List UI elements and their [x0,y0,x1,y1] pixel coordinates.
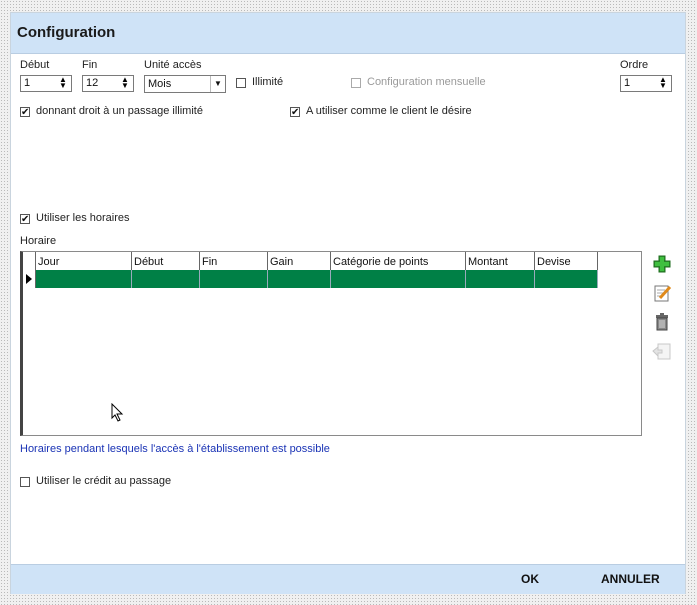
passage-illimite-label: donnant droit à un passage illimité [36,105,203,117]
annuler-button[interactable]: ANNULER [601,572,660,586]
column-header-debut[interactable]: Début [132,252,200,270]
add-icon[interactable] [652,254,672,274]
dialog-footer: OK ANNULER [11,564,685,594]
config-mensuelle-checkbox[interactable] [351,78,361,88]
column-header-jour[interactable]: Jour [36,252,132,270]
row-indicator [23,270,36,288]
config-mensuelle-label: Configuration mensuelle [367,76,486,88]
column-header-devise[interactable]: Devise [535,252,598,270]
passage-illimite-checkbox[interactable]: ✔ [20,107,30,118]
column-header-categorie[interactable]: Catégorie de points [331,252,466,270]
cell-gain[interactable] [268,270,331,288]
spinner-arrows-icon[interactable]: ▲ ▼ [118,76,132,90]
ordre-spinner[interactable]: 1 ▲ ▼ [620,75,672,92]
ok-button[interactable]: OK [521,572,539,586]
unite-acces-label: Unité accès [144,59,202,71]
table-row[interactable] [23,270,598,288]
cell-fin[interactable] [200,270,268,288]
utiliser-credit-label: Utiliser le crédit au passage [36,475,172,487]
export-icon[interactable] [652,342,672,362]
unite-acces-select[interactable]: Mois ▼ [144,75,226,93]
horaire-grid-label: Horaire [20,235,57,247]
cell-montant[interactable] [466,270,535,288]
client-desire-checkbox[interactable]: ✔ [290,107,300,118]
grid-corner [23,252,36,270]
dialog-title: Configuration [17,24,116,41]
debut-label: Début [20,59,50,71]
column-header-montant[interactable]: Montant [466,252,535,270]
mouse-cursor-icon [111,403,124,422]
debut-spinner[interactable]: 1 ▲ ▼ [20,75,72,92]
utiliser-credit-checkbox[interactable] [20,477,30,487]
spinner-arrows-icon[interactable]: ▲ ▼ [656,76,670,90]
spinner-arrows-icon[interactable]: ▲ ▼ [56,76,70,90]
client-desire-label: A utiliser comme le client le désire [306,105,472,117]
column-header-gain[interactable]: Gain [268,252,331,270]
cell-devise[interactable] [535,270,598,288]
cell-debut[interactable] [132,270,200,288]
utiliser-horaires-checkbox[interactable]: ✔ [20,214,30,225]
title-bar: Configuration [11,13,685,54]
horaires-info-text: Horaires pendant lesquels l'accès à l'ét… [20,443,330,455]
row-pointer-icon [26,274,32,284]
column-header-fin[interactable]: Fin [200,252,268,270]
delete-icon[interactable] [652,312,672,332]
fin-spinner[interactable]: 12 ▲ ▼ [82,75,134,92]
fin-label: Fin [82,59,98,71]
ordre-value: 1 [624,77,631,89]
illimite-checkbox[interactable] [236,78,246,88]
utiliser-horaires-label: Utiliser les horaires [36,212,130,224]
ordre-label: Ordre [620,59,649,71]
grid-header: Jour Début Fin Gain Catégorie de points … [23,252,598,271]
chevron-down-icon[interactable]: ▼ [210,76,225,92]
cell-categorie[interactable] [331,270,466,288]
edit-icon[interactable] [652,283,672,303]
illimite-label: Illimité [252,76,284,88]
configuration-dialog: Configuration Début 1 ▲ ▼ Fin 12 ▲ ▼ Unité… [10,12,686,594]
unite-acces-value: Mois [148,78,172,90]
debut-value: 1 [24,77,31,89]
fin-value: 12 [86,77,99,89]
cell-jour[interactable] [36,270,132,288]
